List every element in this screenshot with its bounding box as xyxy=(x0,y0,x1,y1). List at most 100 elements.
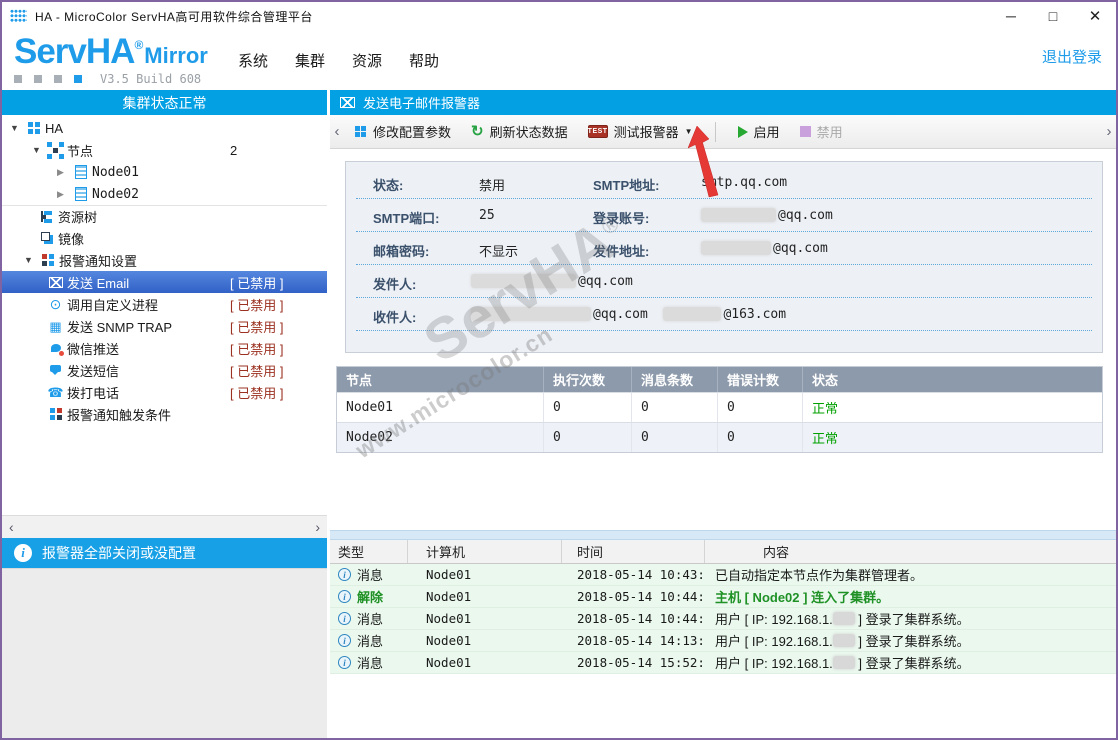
minimize-button[interactable]: ─ xyxy=(990,3,1032,29)
main-filler xyxy=(330,674,1116,738)
enable-button[interactable]: 启用 xyxy=(728,118,790,146)
tree-item-snmp-trap[interactable]: 发送 SNMP TRAP [ 已禁用 ] xyxy=(2,315,327,337)
sender-address-label: 发件地址: xyxy=(593,241,649,260)
cluster-tree: HA 节点 2 Nod xyxy=(2,115,327,515)
log-row[interactable]: i 消息 Node01 2018-05-14 10:43:45 已自动指定本节点… xyxy=(330,564,1116,586)
brand-product: Mirror xyxy=(144,45,208,67)
log-row[interactable]: i 消息 Node01 2018-05-14 15:52:07 用户 [ IP:… xyxy=(330,652,1116,674)
brand-name: ServHA xyxy=(14,34,134,69)
content-area: 状态: 禁用 SMTP地址: smtp.qq.com SMTP端口: 25 登录… xyxy=(330,149,1116,530)
mirror-icon xyxy=(38,231,55,246)
close-button[interactable]: ✕ xyxy=(1074,3,1116,29)
sidebar-filler xyxy=(2,568,327,738)
panel-title-bar: 发送电子邮件报警器 xyxy=(330,90,1116,115)
log-computer: Node01 xyxy=(408,586,562,607)
logout-link[interactable]: 退出登录 xyxy=(1042,46,1102,67)
log-content: 主机 [ Node02 ] 连入了集群。 xyxy=(705,586,1116,607)
log-time: 2018-05-14 10:44:16 xyxy=(562,608,705,629)
redacted-blur xyxy=(701,208,776,222)
server-icon xyxy=(72,165,89,180)
sms-icon xyxy=(47,363,64,378)
menu-item-system[interactable]: 系统 xyxy=(238,50,268,71)
modify-config-button[interactable]: 修改配置参数 xyxy=(344,118,461,146)
nodes-icon xyxy=(47,143,64,158)
tree-item-custom-process[interactable]: 调用自定义进程 [ 已禁用 ] xyxy=(2,293,327,315)
tree-item-wechat-push[interactable]: 微信推送 [ 已禁用 ] xyxy=(2,337,327,359)
tree-item-label: 微信推送 xyxy=(67,339,119,358)
toolbar-separator xyxy=(715,122,716,142)
app-header: ServHA ® Mirror V3.5 Build 608 系统 集群 资源 … xyxy=(2,30,1116,90)
expand-arrow-icon[interactable] xyxy=(24,255,39,265)
panel-splitter[interactable] xyxy=(330,530,1116,540)
info-icon: i xyxy=(14,544,32,562)
expand-arrow-icon[interactable] xyxy=(32,145,47,155)
titlebar: HA - MicroColor ServHA高可用软件综合管理平台 ─ □ ✕ xyxy=(2,2,1116,30)
info-icon: i xyxy=(338,568,351,581)
smtp-address-label: SMTP地址: xyxy=(593,175,659,194)
app-logo-icon xyxy=(10,9,27,23)
expand-arrow-icon[interactable] xyxy=(57,189,72,200)
decor-square xyxy=(14,75,22,83)
play-icon xyxy=(738,126,748,138)
expand-arrow-icon[interactable] xyxy=(57,167,72,178)
node-name-cell: Node01 xyxy=(337,393,544,422)
wechat-icon xyxy=(47,341,64,356)
log-type: 消息 xyxy=(357,653,383,672)
info-icon: i xyxy=(338,590,351,603)
mail-password-label: 邮箱密码: xyxy=(373,241,429,260)
tree-item-send-email[interactable]: 发送 Email [ 已禁用 ] xyxy=(2,271,327,293)
tree-item-trigger-conditions[interactable]: 报警通知触发条件 xyxy=(2,403,327,425)
scroll-right-icon[interactable]: › xyxy=(315,519,320,535)
column-header-status: 状态 xyxy=(803,367,1102,392)
tree-item-dial-phone[interactable]: 拨打电话 [ 已禁用 ] xyxy=(2,381,327,403)
log-content: 用户 [ IP: 192.168.1. ] 登录了集群系统。 xyxy=(705,608,1116,629)
menu-item-help[interactable]: 帮助 xyxy=(409,50,439,71)
config-row: 收件人: @qq.com @163.com xyxy=(356,298,1092,331)
test-alarm-button[interactable]: TEST 测试报警器 ▼ xyxy=(578,118,703,146)
error-count-cell: 0 xyxy=(718,423,803,452)
tree-item-alarm-settings[interactable]: 报警通知设置 xyxy=(2,249,327,271)
toolbar-scroll-left-icon[interactable]: ‹ xyxy=(330,123,344,140)
toolbar: ‹ 修改配置参数 刷新状态数据 TEST 测试报警器 ▼ 启用 xyxy=(330,115,1116,149)
tree-item-ha[interactable]: HA xyxy=(2,117,327,139)
disable-button[interactable]: 禁用 xyxy=(790,118,853,146)
maximize-button[interactable]: □ xyxy=(1032,3,1074,29)
node-table-row[interactable]: Node02 0 0 0 正常 xyxy=(337,422,1102,452)
panel-title: 发送电子邮件报警器 xyxy=(363,93,480,112)
node-name-cell: Node02 xyxy=(337,423,544,452)
sender-label: 发件人: xyxy=(373,274,416,293)
expand-arrow-icon[interactable] xyxy=(10,123,25,133)
tree-item-resource-tree[interactable]: 资源树 xyxy=(2,205,327,227)
tree-item-label: 镜像 xyxy=(58,229,84,248)
tree-item-mirror[interactable]: 镜像 xyxy=(2,227,327,249)
log-row[interactable]: i 解除 Node01 2018-05-14 10:44:07 主机 [ Nod… xyxy=(330,586,1116,608)
tree-item-label: Node01 xyxy=(92,165,139,180)
phone-icon xyxy=(47,385,64,400)
scroll-left-icon[interactable]: ‹ xyxy=(9,519,14,535)
decor-square xyxy=(34,75,42,83)
redacted-blur xyxy=(833,612,855,625)
tree-item-label: 报警通知设置 xyxy=(59,251,137,270)
tree-item-label: 资源树 xyxy=(58,207,97,226)
log-computer: Node01 xyxy=(408,608,562,629)
node-table-row[interactable]: Node01 0 0 0 正常 xyxy=(337,392,1102,422)
email-icon xyxy=(47,275,64,290)
menu-item-cluster[interactable]: 集群 xyxy=(295,50,325,71)
tree-item-send-sms[interactable]: 发送短信 [ 已禁用 ] xyxy=(2,359,327,381)
config-grid-icon xyxy=(354,125,367,138)
tree-item-nodes[interactable]: 节点 2 xyxy=(2,139,327,161)
cluster-grid-icon xyxy=(25,121,42,136)
log-row[interactable]: i 消息 Node01 2018-05-14 14:13:54 用户 [ IP:… xyxy=(330,630,1116,652)
menu-item-resource[interactable]: 资源 xyxy=(352,50,382,71)
status-value: 禁用 xyxy=(479,175,505,194)
tree-item-node02[interactable]: Node02 xyxy=(2,183,327,205)
refresh-status-button[interactable]: 刷新状态数据 xyxy=(461,118,578,146)
redacted-blur xyxy=(663,307,721,321)
config-row: 邮箱密码: 不显示 发件地址: @qq.com xyxy=(356,232,1092,265)
node-status-table: 节点 执行次数 消息条数 错误计数 状态 Node01 0 0 xyxy=(336,366,1103,453)
toolbar-scroll-right-icon[interactable]: › xyxy=(1102,123,1116,140)
tree-item-node01[interactable]: Node01 xyxy=(2,161,327,183)
sidebar-hscrollbar[interactable]: ‹ › xyxy=(2,515,327,538)
log-row[interactable]: i 消息 Node01 2018-05-14 10:44:16 用户 [ IP:… xyxy=(330,608,1116,630)
sender-address-value: @qq.com xyxy=(701,241,828,256)
